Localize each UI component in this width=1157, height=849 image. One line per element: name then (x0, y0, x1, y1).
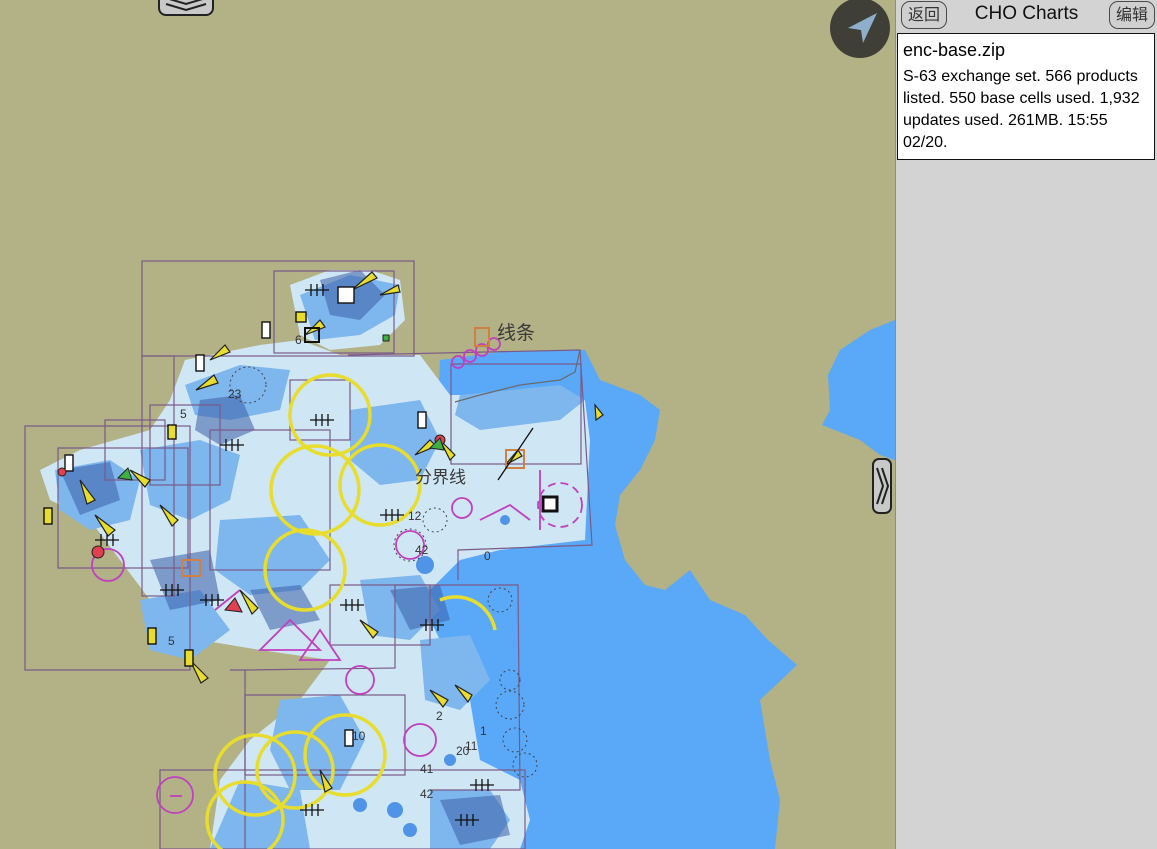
sea-area-east (822, 320, 895, 460)
chevron-double-down-icon (165, 0, 207, 12)
file-description: S-63 exchange set. 566 products listed. … (903, 68, 1140, 151)
boundary-annotation: 分界线 (415, 468, 466, 488)
sounding-label: 20 (456, 744, 470, 758)
sounding-label: 23 (228, 387, 242, 401)
chevron-double-right-icon (876, 467, 890, 505)
edit-button[interactable]: 编辑 (1108, 1, 1155, 29)
charts-panel: 返回 CHO Charts 编辑 enc-base.zip S-63 excha… (895, 0, 1157, 849)
sounding-label: 12 (408, 509, 422, 523)
line-label: 线条 (497, 322, 535, 344)
chart-file-item[interactable]: enc-base.zip S-63 exchange set. 566 prod… (897, 33, 1155, 160)
sounding-label: 2 (436, 709, 443, 723)
sounding-label: 5 (180, 407, 187, 421)
sounding-label: 10 (352, 729, 366, 743)
sounding-label: 42 (420, 787, 434, 801)
chart-map[interactable]: 23 41 6 5 42 1 10 2 11 20 42 5 0 12 线条 分… (0, 0, 895, 849)
navigation-button[interactable] (830, 0, 890, 58)
navigation-arrow-icon (848, 13, 877, 43)
sounding-label: 42 (415, 543, 429, 557)
chart-canvas[interactable]: 23 41 6 5 42 1 10 2 11 20 42 5 0 12 线条 分… (0, 0, 895, 849)
sounding-label: 0 (484, 549, 491, 563)
file-name: enc-base.zip (903, 40, 1006, 60)
panel-header: 返回 CHO Charts 编辑 (896, 0, 1157, 32)
sounding-label: 1 (480, 724, 487, 738)
sounding-label: 6 (295, 333, 302, 347)
sounding-label: 41 (420, 762, 434, 776)
panel-toggle-button[interactable] (872, 458, 892, 514)
collapse-handle[interactable] (158, 0, 214, 16)
sounding-label: 5 (168, 634, 175, 648)
